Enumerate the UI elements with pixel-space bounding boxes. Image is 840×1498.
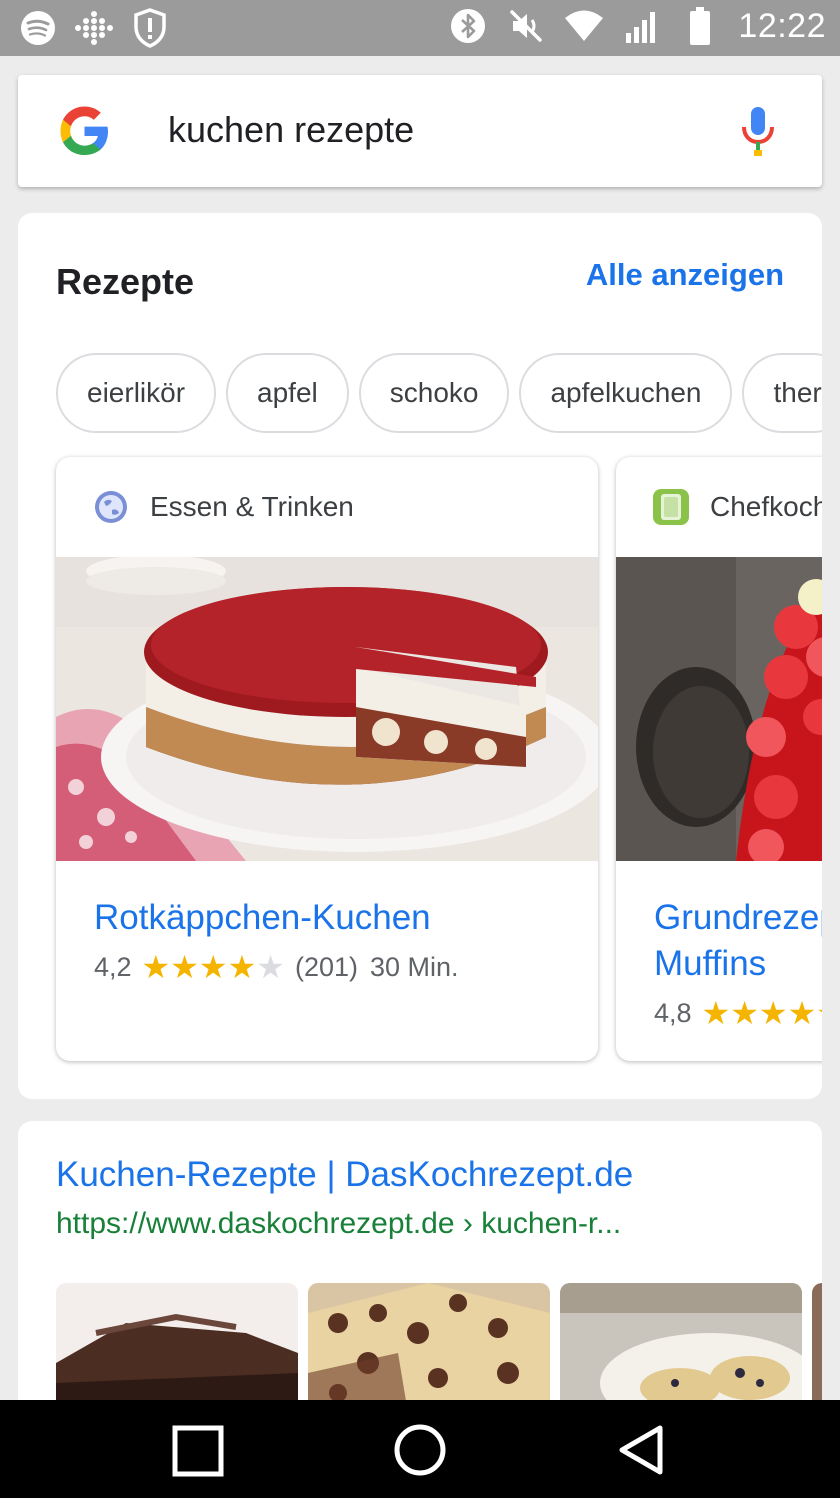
star-icon: ★: [198, 949, 228, 985]
source-name: Chefkoch: [710, 491, 822, 522]
recipe-card[interactable]: Essen & Trinken Rotkäppchen-Kuchen 4,2 ★…: [56, 457, 598, 1061]
recipes-heading: Rezepte: [56, 261, 195, 302]
source-name: Essen & Trinken: [150, 491, 354, 522]
mute-icon: [506, 6, 546, 46]
back-icon[interactable]: [614, 1422, 670, 1478]
chip-apfelkuchen[interactable]: apfelkuchen: [519, 353, 733, 433]
dots-grid-icon: [74, 8, 114, 48]
bluetooth-icon: [448, 6, 488, 46]
recipe-image: [56, 557, 598, 861]
star-icon: ★: [141, 949, 171, 985]
thumbnail-image[interactable]: [308, 1283, 550, 1413]
recent-apps-icon[interactable]: [170, 1422, 226, 1478]
navigation-bar: [0, 1400, 840, 1498]
show-all-link[interactable]: Alle anzeigen: [586, 257, 784, 293]
recipe-title-line[interactable]: Grundrezep: [654, 895, 822, 941]
chip-schoko[interactable]: schoko: [358, 353, 510, 433]
search-input[interactable]: kuchen rezepte: [168, 109, 414, 151]
rating-stars: ★ ★ ★ ★ ★: [702, 997, 822, 1029]
thumbnail-image[interactable]: [812, 1283, 822, 1413]
cook-time: 30 Min.: [370, 951, 459, 982]
recipe-title[interactable]: Rotkäppchen-Kuchen: [94, 895, 431, 941]
recipe-meta: 4,8 ★ ★ ★ ★ ★: [654, 997, 822, 1029]
google-logo-icon: [56, 103, 112, 159]
signal-icon: [622, 6, 662, 46]
recipe-title[interactable]: Grundrezep Muffins: [654, 895, 822, 987]
thumbnail-image[interactable]: [560, 1283, 802, 1413]
status-bar: 12:22: [0, 0, 840, 56]
rating-stars: ★ ★ ★ ★ ★: [142, 951, 285, 983]
recipe-meta: 4,2 ★ ★ ★ ★ ★ (201) 30 Min.: [94, 951, 459, 983]
result-title-link[interactable]: Kuchen-Rezepte | DasKochrezept.de: [56, 1155, 633, 1195]
star-icon: ★: [758, 995, 788, 1031]
star-icon: ★: [787, 995, 817, 1031]
star-icon: ★: [701, 995, 731, 1031]
globe-icon: [92, 488, 130, 526]
chip-ther[interactable]: ther: [742, 353, 822, 433]
rating-value: 4,2: [94, 951, 132, 982]
recipe-card[interactable]: Chefkoch Grundrezep Muffins 4,8 ★ ★ ★ ★: [616, 457, 822, 1061]
star-icon: ★: [816, 997, 822, 1029]
chefkoch-icon: [652, 488, 690, 526]
search-bar[interactable]: kuchen rezepte: [18, 75, 822, 187]
review-count: (201): [294, 951, 359, 982]
filter-chips: eierlikör apfel schoko apfelkuchen ther: [56, 353, 822, 433]
recipe-image: [616, 557, 822, 861]
wifi-icon: [564, 6, 604, 46]
chip-apfel[interactable]: apfel: [226, 353, 349, 433]
result-url[interactable]: https://www.daskochrezept.de › kuchen-r.…: [56, 1207, 621, 1241]
chip-eierlikoer[interactable]: eierlikör: [56, 353, 217, 433]
recipe-title-line[interactable]: Muffins: [654, 941, 822, 987]
thumbnail-image[interactable]: [56, 1283, 298, 1413]
spotify-icon: [18, 8, 58, 48]
shield-icon: [130, 8, 170, 48]
recipe-source: Chefkoch: [652, 487, 822, 527]
home-icon[interactable]: [392, 1422, 448, 1478]
rating-value: 4,8: [654, 997, 692, 1028]
result-thumbnails: [56, 1283, 822, 1413]
battery-icon: [680, 6, 720, 46]
recipe-source: Essen & Trinken: [92, 487, 354, 527]
star-empty-icon: ★: [256, 949, 285, 985]
recipes-card: Rezepte Alle anzeigen eierlikör apfel sc…: [18, 213, 822, 1099]
clock: 12:22: [738, 6, 826, 45]
star-icon: ★: [730, 995, 759, 1031]
mic-icon[interactable]: [740, 105, 776, 157]
star-icon: ★: [170, 949, 199, 985]
star-icon: ★: [227, 949, 257, 985]
